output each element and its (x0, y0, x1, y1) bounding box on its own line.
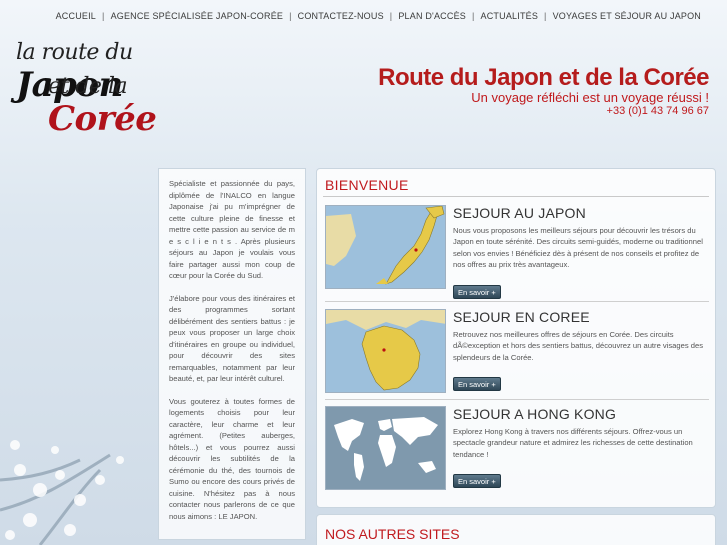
nav-actualites[interactable]: ACTUALITÉS (475, 11, 545, 21)
card-title: SEJOUR A HONG KONG (453, 406, 617, 422)
nav-agence[interactable]: AGENCE SPÉCIALISÉE JAPON-CORÉE (105, 11, 290, 21)
card-divider (325, 301, 709, 302)
world-map-icon[interactable] (325, 406, 446, 490)
top-navigation: ACCUEIL | AGENCE SPÉCIALISÉE JAPON-CORÉE |… (0, 0, 727, 32)
welcome-panel: BIENVENUE SEJOUR AU JAPON Nous vous prop… (316, 168, 716, 508)
card-description: Explorez Hong Kong à travers nos différe… (453, 427, 693, 459)
other-sites-heading: NOS AUTRES SITES (325, 526, 460, 542)
card-description: Retrouvez nos meilleures offres de séjou… (453, 330, 704, 362)
card-title: SEJOUR AU JAPON (453, 205, 586, 221)
card-sejour-japon: SEJOUR AU JAPON Nous vous proposons les … (325, 205, 709, 299)
nav-accueil[interactable]: ACCUEIL (50, 11, 102, 21)
intro-sidebar: Spécialiste et passionnée du pays, diplô… (158, 168, 306, 540)
logo-line-2-prefix: et de la (48, 74, 128, 99)
site-title: Route du Japon et de la Corée (378, 64, 709, 91)
nav-voyages-japon[interactable]: VOYAGES ET SÉJOUR AU JAPON (547, 11, 707, 21)
card-divider (325, 399, 709, 400)
en-savoir-plus-button[interactable]: En savoir + (453, 285, 501, 299)
site-logo[interactable]: la route du Japon et de la Corée (14, 40, 214, 139)
en-savoir-plus-button[interactable]: En savoir + (453, 377, 501, 391)
other-sites-panel: NOS AUTRES SITES (316, 514, 716, 545)
japan-map-icon[interactable] (325, 205, 446, 289)
logo-word-coree: Corée (48, 99, 157, 139)
card-title: SEJOUR EN COREE (453, 309, 590, 325)
logo-line-1-prefix: la route du (16, 40, 133, 65)
phone-number: +33 (0)1 43 74 96 67 (606, 105, 709, 117)
intro-paragraph-1: Spécialiste et passionnée du pays, diplô… (169, 179, 295, 280)
card-sejour-coree: SEJOUR EN COREE Retrouvez nos meilleures… (325, 309, 709, 401)
cherry-blossom-decoration (0, 440, 124, 545)
korea-map-icon[interactable] (325, 309, 446, 393)
nav-plan-acces[interactable]: PLAN D'ACCÈS (392, 11, 472, 21)
en-savoir-plus-button[interactable]: En savoir + (453, 474, 501, 488)
nav-contact[interactable]: CONTACTEZ-NOUS (292, 11, 390, 21)
intro-paragraph-3: Vous gouterez à toutes formes de logemen… (169, 396, 295, 521)
heading-divider (323, 196, 709, 197)
site-tagline: Un voyage réfléchi est un voyage réussi … (471, 90, 709, 105)
logo-line-2: et de la Corée (48, 74, 214, 139)
welcome-heading: BIENVENUE (325, 177, 409, 193)
card-sejour-hong-kong: SEJOUR A HONG KONG Explorez Hong Kong à … (325, 406, 709, 498)
intro-paragraph-2: J'élabore pour vous des itinéraires et d… (169, 293, 295, 384)
card-description: Nous vous proposons les meilleurs séjour… (453, 226, 703, 270)
